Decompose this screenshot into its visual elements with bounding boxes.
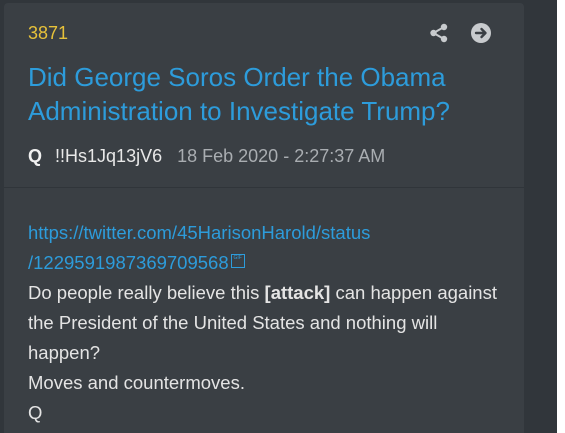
post-signature: Q: [28, 402, 43, 423]
post-title[interactable]: Did George Soros Order the Obama Adminis…: [28, 60, 508, 128]
post-tripcode: !!Hs1Jq13jV6: [55, 146, 163, 166]
gif-glyph-icon: GIF: [230, 254, 245, 268]
tweet-link-line1: https://twitter.com/45HarisonHarold/stat…: [28, 222, 371, 243]
post-actions: [428, 21, 492, 45]
header-divider: [4, 187, 524, 188]
post-body: https://twitter.com/45HarisonHarold/stat…: [28, 218, 498, 428]
tweet-link-line2: /1229591987369709568: [28, 252, 229, 273]
arrow-right-circle-icon: [471, 23, 491, 43]
post-timestamp: 18 Feb 2020 - 2:27:37 AM: [177, 146, 386, 166]
post-number[interactable]: 3871: [28, 22, 68, 44]
post-message-line: Moves and countermoves.: [28, 372, 245, 393]
open-post-button[interactable]: [470, 22, 492, 44]
post-message: Do people really believe this [attack] c…: [28, 278, 498, 368]
page: 3871 Did George Soros Order the Obama Ad…: [0, 0, 565, 433]
share-button[interactable]: [428, 22, 450, 44]
post-author: Q: [28, 146, 43, 166]
post-message-bold: [attack]: [264, 282, 331, 303]
post-message-start: Do people really believe this: [28, 282, 265, 303]
tweet-link[interactable]: https://twitter.com/45HarisonHarold/stat…: [28, 218, 498, 278]
share-icon: [430, 23, 448, 43]
post-byline: Q !!Hs1Jq13jV6 18 Feb 2020 - 2:27:37 AM: [28, 144, 385, 168]
scrollbar-track[interactable]: [557, 0, 565, 433]
